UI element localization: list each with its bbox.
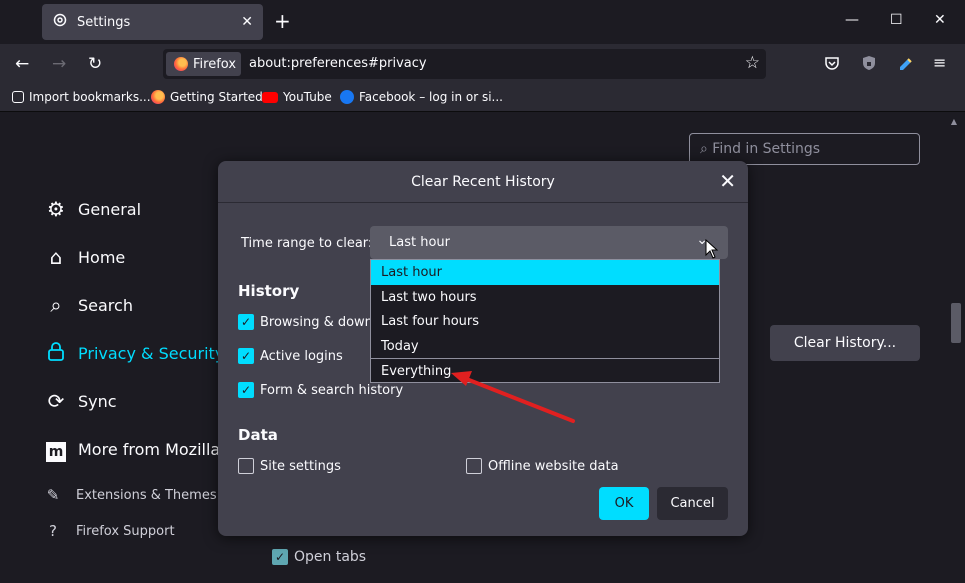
puzzle-icon: ✎ [46, 486, 60, 504]
facebook-icon [340, 90, 354, 104]
checkbox-checked-icon: ✓ [238, 314, 254, 330]
shield-icon[interactable] [861, 55, 877, 71]
data-heading: Data [238, 426, 278, 444]
dropdown-option-today[interactable]: Today [371, 334, 719, 359]
checkbox-form-search-history[interactable]: ✓ Form & search history [238, 382, 403, 398]
nav-extensions-themes[interactable]: ✎ Extensions & Themes [44, 486, 217, 504]
time-range-label: Time range to clear: [241, 236, 373, 251]
checkbox-checked-icon: ✓ [238, 382, 254, 398]
divider [218, 202, 748, 203]
bookmark-star-icon[interactable]: ☆ [745, 53, 760, 73]
checkbox-label: Offline website data [488, 458, 619, 474]
search-placeholder: Find in Settings [712, 141, 821, 157]
bookmark-youtube[interactable]: YouTube [262, 90, 332, 104]
bookmark-label: YouTube [283, 90, 332, 104]
ok-button[interactable]: OK [599, 487, 649, 520]
checkbox-site-settings[interactable]: Site settings [238, 458, 341, 474]
checkbox-checked-icon: ✓ [272, 549, 288, 565]
bookmarks-toolbar: Import bookmarks... Getting Started YouT… [0, 84, 965, 112]
settings-tab[interactable]: Settings ✕ [42, 4, 263, 40]
tab-strip: Settings ✕ + — ☐ ✕ [0, 0, 965, 44]
time-range-value: Last hour [389, 235, 450, 250]
dropdown-option-everything[interactable]: Everything [371, 358, 719, 383]
bookmark-facebook[interactable]: Facebook – log in or si... [340, 90, 503, 104]
scrollbar-thumb[interactable] [951, 303, 961, 343]
home-icon: ⌂ [49, 245, 63, 269]
bookmark-getting-started[interactable]: Getting Started [151, 90, 263, 104]
nav-search[interactable]: ⌕ Search [44, 293, 133, 317]
nav-label: Extensions & Themes [76, 487, 217, 503]
menu-icon[interactable]: ≡ [933, 55, 949, 71]
gear-icon [52, 12, 68, 32]
bookmark-label: Facebook – log in or si... [359, 90, 503, 104]
pocket-icon[interactable] [824, 55, 840, 71]
gear-icon: ⚙ [47, 197, 65, 221]
lock-icon [44, 341, 68, 366]
history-heading: History [238, 282, 300, 300]
sync-icon: ⟳ [47, 389, 65, 413]
nav-firefox-support[interactable]: ? Firefox Support [44, 522, 175, 540]
nav-more-from-mozilla[interactable]: m More from Mozilla [44, 437, 220, 462]
new-tab-button[interactable]: + [274, 10, 291, 32]
checkbox-checked-icon: ✓ [238, 348, 254, 364]
navigation-toolbar: ← → ↻ Firefox about:preferences#privacy … [0, 44, 965, 84]
close-tab-icon[interactable]: ✕ [241, 14, 253, 30]
firefox-logo-icon [174, 57, 188, 71]
url-text[interactable]: about:preferences#privacy [249, 56, 427, 71]
minimize-button[interactable]: — [845, 12, 859, 28]
close-window-button[interactable]: ✕ [934, 12, 946, 28]
back-button[interactable]: ← [15, 54, 29, 74]
nav-label: Sync [78, 391, 117, 411]
url-bar[interactable]: Firefox about:preferences#privacy ☆ [163, 49, 766, 79]
tab-title: Settings [77, 14, 131, 30]
checkbox-browsing-download[interactable]: ✓ Browsing & downlo [238, 314, 384, 330]
checkbox-label: Active logins [260, 348, 343, 364]
nav-label: Search [78, 295, 133, 315]
dropdown-option-last-four-hours[interactable]: Last four hours [371, 309, 719, 334]
bookmark-label: Getting Started [170, 90, 263, 104]
search-icon: ⌕ [50, 293, 62, 317]
time-range-select[interactable]: Last hour ⌄ [370, 226, 728, 259]
nav-label: General [78, 199, 142, 219]
clear-history-button[interactable]: Clear History... [770, 325, 920, 361]
mouse-cursor-icon [705, 239, 719, 259]
checkbox-unchecked-icon [238, 458, 254, 474]
nav-general[interactable]: ⚙ General [44, 197, 141, 221]
forward-button[interactable]: → [52, 54, 66, 74]
nav-label: Firefox Support [76, 523, 175, 539]
cancel-button[interactable]: Cancel [657, 487, 728, 520]
youtube-icon [262, 91, 278, 103]
nav-label: More from Mozilla [78, 440, 221, 459]
import-icon [12, 91, 24, 103]
firefox-icon [151, 90, 165, 104]
help-icon: ? [49, 522, 57, 540]
bookmark-import[interactable]: Import bookmarks... [12, 90, 151, 104]
dropdown-option-last-two-hours[interactable]: Last two hours [371, 285, 719, 310]
checkbox-active-logins[interactable]: ✓ Active logins [238, 348, 343, 364]
nav-home[interactable]: ⌂ Home [44, 245, 126, 269]
dialog-title: Clear Recent History [411, 174, 555, 190]
checkbox-unchecked-icon [466, 458, 482, 474]
checkbox-label: Browsing & downlo [260, 314, 385, 330]
close-dialog-icon[interactable]: ✕ [719, 169, 736, 193]
extension-icon[interactable] [898, 55, 914, 71]
checkbox-label: Site settings [260, 458, 341, 474]
identity-label: Firefox [193, 56, 237, 72]
bookmark-label: Import bookmarks... [29, 90, 151, 104]
maximize-button[interactable]: ☐ [890, 12, 903, 28]
nav-label: Privacy & Security [78, 344, 225, 363]
time-range-dropdown: Last hour Last two hours Last four hours… [370, 259, 720, 383]
dropdown-option-last-hour[interactable]: Last hour [371, 260, 719, 285]
checkbox-label: Form & search history [260, 382, 404, 398]
reload-button[interactable]: ↻ [88, 54, 102, 74]
scroll-up-arrow[interactable]: ▲ [951, 117, 957, 126]
checkbox-offline-website-data[interactable]: Offline website data [466, 458, 619, 474]
identity-box[interactable]: Firefox [166, 52, 241, 76]
nav-sync[interactable]: ⟳ Sync [44, 389, 117, 413]
nav-privacy-security[interactable]: Privacy & Security [44, 341, 224, 366]
open-tabs-label: Open tabs [294, 549, 367, 565]
mozilla-icon: m [44, 437, 68, 462]
open-tabs-checkbox[interactable]: ✓ Open tabs [272, 549, 366, 565]
nav-label: Home [78, 247, 126, 267]
